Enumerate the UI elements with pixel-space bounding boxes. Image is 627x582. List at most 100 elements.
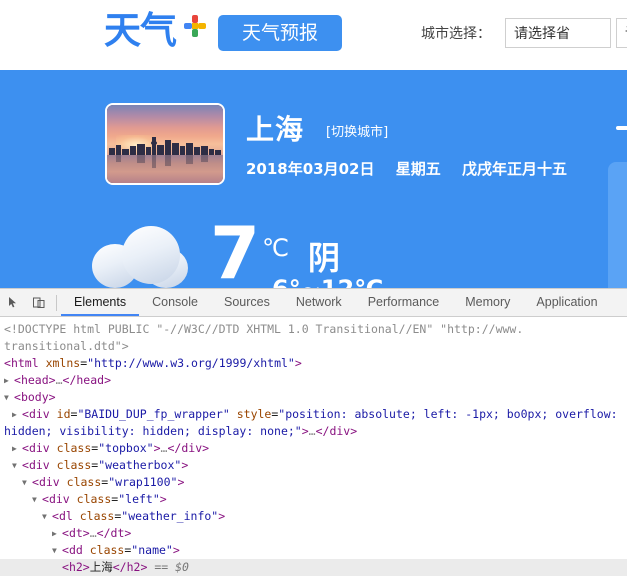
tab-application[interactable]: Application <box>523 289 610 316</box>
tab-memory[interactable]: Memory <box>452 289 523 316</box>
angle-close: > <box>202 441 210 455</box>
expand-arrow-icon[interactable]: ▶ <box>52 525 62 542</box>
province-select[interactable]: 请选择省 <box>505 18 611 48</box>
city-select-label: 城市选择： <box>421 26 491 42</box>
attr-class: class <box>89 543 125 557</box>
angle-close: > <box>153 441 161 455</box>
dom-line-weatherbox[interactable]: ▼ <div class="weatherbox"> <box>0 457 627 474</box>
weather-condition: 阴 <box>308 239 341 277</box>
dom-line-left[interactable]: ▼ <div class="left"> <box>0 491 627 508</box>
attr-class: class <box>66 475 102 489</box>
doctype-text-2: transitional.dtd"> <box>4 339 129 353</box>
switch-city-link[interactable]: [切换城市] <box>326 121 388 140</box>
photo-building <box>122 148 130 155</box>
tag-div: div <box>38 475 60 489</box>
angle-open: < <box>22 407 29 421</box>
photo-building <box>200 145 208 155</box>
collapse-arrow-icon[interactable]: ▼ <box>4 389 14 406</box>
toolbar-divider <box>56 294 57 311</box>
dom-line-doctype-2: transitional.dtd"> <box>0 338 627 355</box>
device-toolbar-icon[interactable] <box>26 290 52 316</box>
tab-network[interactable]: Network <box>283 289 355 316</box>
tab-sources[interactable]: Sources <box>211 289 283 316</box>
photo-pearl-tower <box>152 136 156 155</box>
dom-line-topbox[interactable]: ▶ <div class="topbox">…</div> <box>0 440 627 457</box>
angle-close: > <box>218 509 226 523</box>
collapsed-ellipsis: … <box>55 373 63 387</box>
photo-building <box>185 142 193 155</box>
tag-body: body <box>20 390 49 404</box>
collapse-arrow-icon[interactable]: ▼ <box>22 474 32 491</box>
dom-line-body[interactable]: ▼ <body> <box>0 389 627 406</box>
tag-h2-close: h2 <box>126 560 141 574</box>
angle-open-slash: </ <box>112 560 127 574</box>
date-text: 2018年03月02日 <box>246 160 375 178</box>
dom-line-dl[interactable]: ▼ <dl class="weather_info"> <box>0 508 627 525</box>
dom-line-html[interactable]: <html xmlns="http://www.w3.org/1999/xhtm… <box>0 355 627 372</box>
h2-text-content: 上海 <box>89 560 113 574</box>
angle-close: > <box>104 373 112 387</box>
photo-reflection <box>137 154 146 164</box>
site-logo[interactable]: 天气 <box>104 8 209 56</box>
dom-line-head[interactable]: ▶ <head>…</head> <box>0 372 627 389</box>
angle-open-slash: </ <box>62 373 77 387</box>
tab-console[interactable]: Console <box>139 289 211 316</box>
photo-building <box>194 147 200 155</box>
photo-building <box>137 143 146 155</box>
temperature-range: 6°~12℃ <box>272 275 383 288</box>
angle-close: > <box>294 356 302 370</box>
current-temperature: 7 <box>210 211 261 288</box>
tab-performance[interactable]: Performance <box>355 289 453 316</box>
inspect-element-icon[interactable] <box>0 290 26 316</box>
right-side-panel <box>608 162 627 288</box>
collapse-arrow-icon[interactable]: ▼ <box>32 491 42 508</box>
tag-html: html <box>10 356 39 370</box>
dom-tree[interactable]: <!DOCTYPE html PUBLIC "-//W3C//DTD XHTML… <box>0 317 627 582</box>
dom-line-dd[interactable]: ▼ <dd class="name"> <box>0 542 627 559</box>
angle-open: < <box>22 458 29 472</box>
tag-div-close: div <box>181 441 203 455</box>
right-dash-decoration <box>616 126 627 130</box>
tab-elements[interactable]: Elements <box>61 289 140 316</box>
angle-close: > <box>350 424 358 438</box>
photo-building <box>146 147 152 155</box>
photo-building <box>165 140 171 155</box>
expand-arrow-icon[interactable]: ▶ <box>12 406 22 423</box>
attr-xmlns-value: "http://www.w3.org/1999/xhtml" <box>87 356 295 370</box>
dom-line-baidu-wrapper[interactable]: ▶ <div id="BAIDU_DUP_fp_wrapper" style="p… <box>0 406 627 440</box>
photo-building <box>109 147 116 155</box>
angle-open-slash: </ <box>167 441 182 455</box>
angle-open: < <box>62 543 69 557</box>
angle-close: > <box>301 424 309 438</box>
attr-class-value-topbox: "topbox" <box>98 441 154 455</box>
plus-icon-right-segment <box>198 23 206 29</box>
collapse-arrow-icon[interactable]: ▼ <box>42 508 52 525</box>
dom-line-dt[interactable]: ▶ <dt>…</dt> <box>0 525 627 542</box>
dom-line-h2-selected[interactable]: <h2>上海</h2> == $0 <box>0 559 627 576</box>
photo-reflection <box>185 154 193 165</box>
attr-class-value-wrap1100: "wrap1100" <box>108 475 178 489</box>
expand-arrow-icon[interactable]: ▶ <box>4 372 14 389</box>
weather-forecast-button[interactable]: 天气预报 <box>218 15 342 51</box>
tag-dt-close: dt <box>110 526 125 540</box>
collapse-arrow-icon[interactable]: ▼ <box>52 542 62 559</box>
attr-class: class <box>56 441 92 455</box>
attr-class-value-weatherbox: "weatherbox" <box>98 458 182 472</box>
angle-open-slash: </ <box>96 526 111 540</box>
attr-class-value-left: "left" <box>118 492 160 506</box>
dom-line-wrap1100[interactable]: ▼ <div class="wrap1100"> <box>0 474 627 491</box>
tag-head: head <box>20 373 49 387</box>
devtools-tab-bar: Elements Console Sources Network Perform… <box>61 289 611 316</box>
photo-reflection <box>165 154 171 166</box>
logo-text: 天气 <box>104 9 177 52</box>
city-select[interactable]: 请 <box>616 18 627 48</box>
attr-class-value-weather-info: "weather_info" <box>121 509 219 523</box>
temperature-unit: ℃ <box>262 234 289 262</box>
collapse-arrow-icon[interactable]: ▼ <box>12 457 22 474</box>
expand-arrow-icon[interactable]: ▶ <box>12 440 22 457</box>
angle-open: < <box>42 492 49 506</box>
